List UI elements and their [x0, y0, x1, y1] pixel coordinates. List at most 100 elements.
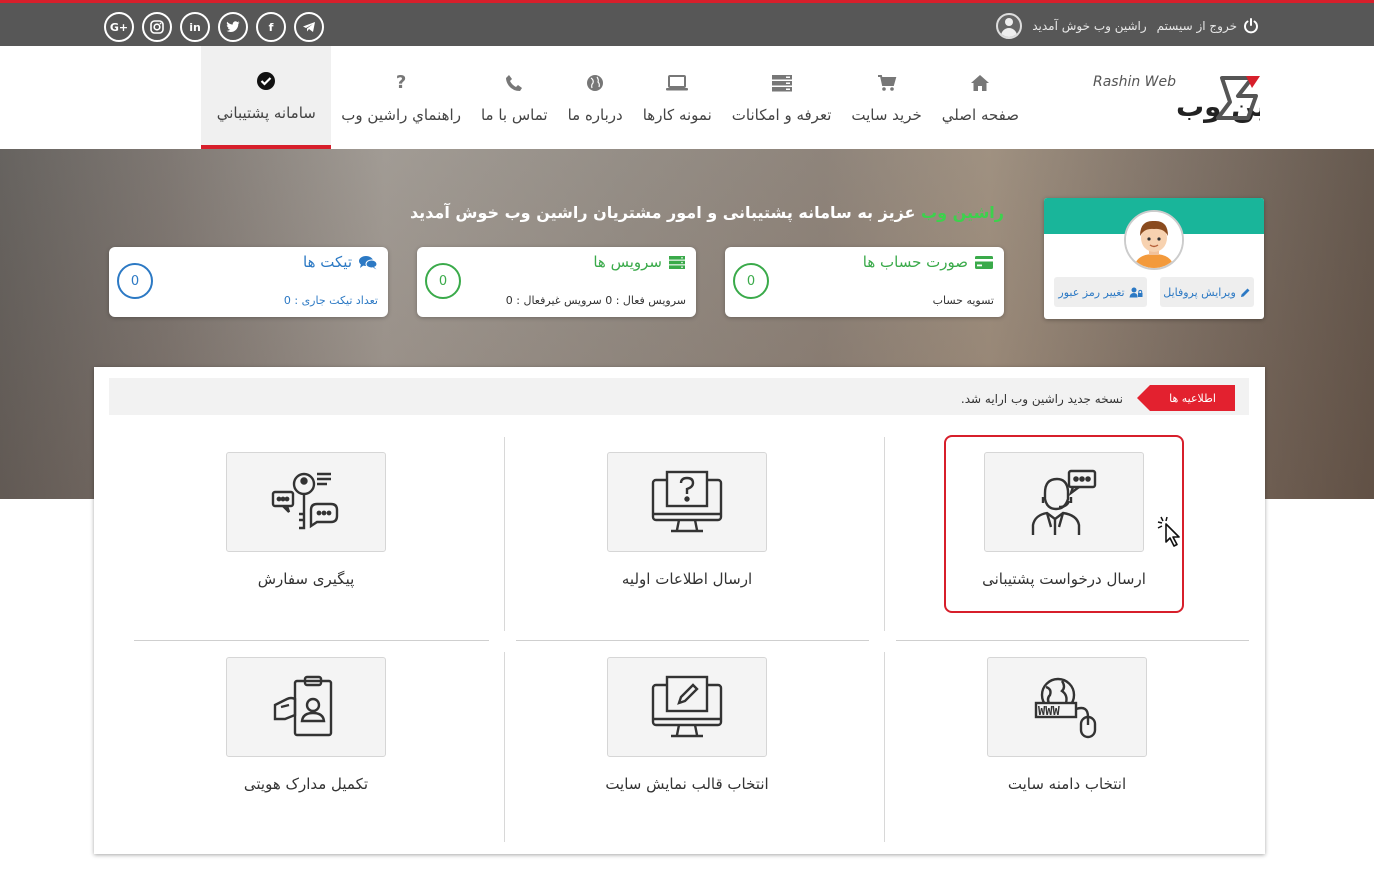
tile-choose-template[interactable]: انتخاب قالب نمایش سایت: [567, 642, 807, 820]
nav-item-about[interactable]: درباره ما: [558, 46, 633, 149]
tile-icon-box: [607, 657, 767, 757]
divider: [884, 437, 885, 631]
services-title: سرویس ها: [593, 253, 686, 271]
nav-item-contact[interactable]: تماس با ما: [471, 46, 558, 149]
invoices-card[interactable]: صورت حساب ها تسویه حساب 0: [725, 247, 1004, 317]
divider: [504, 652, 505, 842]
nav-label: تعرفه و امكانات: [731, 105, 832, 124]
user-area: راشين وب خوش آمديد خروج از سیستم: [996, 13, 1259, 39]
tile-order-tracking[interactable]: پیگیری سفارش: [186, 437, 426, 615]
divider: [504, 437, 505, 631]
tile-label: انتخاب دامنه سایت: [1007, 775, 1127, 793]
invoices-subtitle: تسویه حساب: [932, 294, 994, 307]
services-subtitle: سرویس فعال : 0 سرویس غیرفعال : 0: [505, 294, 686, 307]
tile-label: پیگیری سفارش: [257, 570, 355, 588]
id-card-icon: [273, 675, 333, 737]
main-header: Rashin Web راشین وب صفحه اصلي خريد سايت …: [0, 46, 1374, 149]
rashin-web-logo[interactable]: Rashin Web راشین وب: [1028, 68, 1260, 124]
tile-send-initial-info[interactable]: ارسال اطلاعات اولیه: [567, 437, 807, 615]
divider: [134, 640, 489, 641]
tile-choose-domain[interactable]: WWW انتخاب دامنه سایت: [947, 642, 1187, 820]
monitor-pen-icon: [651, 675, 723, 738]
tickets-title: تیکت ها: [303, 253, 378, 271]
server-icon: [669, 255, 685, 269]
logout-link[interactable]: خروج از سیستم: [1157, 18, 1259, 34]
tile-label: انتخاب قالب نمایش سایت: [605, 775, 769, 793]
tile-icon-box: [226, 452, 386, 552]
tile-label: ارسال اطلاعات اولیه: [621, 570, 753, 588]
announcement-bar: اطلاعیه ها نسخه جدید راشین وب ارایه شد.: [109, 378, 1249, 415]
cart-icon: [877, 72, 897, 94]
services-count: 0: [425, 263, 461, 299]
laptop-icon: [665, 72, 689, 94]
nav-label: درباره ما: [567, 105, 623, 124]
pencil-icon: [1240, 288, 1250, 297]
welcome-name: راشین وب: [921, 203, 1004, 222]
social-links: G+ in f: [104, 12, 324, 42]
support-agent-icon: [1031, 469, 1097, 535]
google-plus-icon[interactable]: G+: [104, 12, 134, 42]
edit-profile-label: ویرایش پروفایل: [1163, 285, 1236, 299]
home-icon: [970, 72, 990, 94]
announcement-badge: اطلاعیه ها: [1137, 385, 1235, 411]
user-icon[interactable]: [996, 13, 1023, 39]
server-icon: [771, 72, 793, 94]
divider: [884, 652, 885, 842]
nav-item-pricing[interactable]: تعرفه و امكانات: [722, 46, 842, 149]
profile-card: ویرایش پروفایل تغییر رمز عبور: [1044, 198, 1264, 319]
invoices-title: صورت حساب ها: [863, 253, 994, 271]
instagram-icon[interactable]: [142, 12, 172, 42]
tickets-count: 0: [117, 263, 153, 299]
facebook-icon[interactable]: f: [256, 12, 286, 42]
user-lock-icon: [1129, 287, 1143, 297]
nav-label: تماس با ما: [480, 105, 548, 124]
mouse-cursor-icon: [1157, 516, 1180, 547]
change-password-label: تغییر رمز عبور: [1058, 285, 1125, 299]
change-password-button[interactable]: تغییر رمز عبور: [1054, 277, 1147, 307]
avatar: [1124, 210, 1184, 270]
tickets-subtitle: تعداد تیکت جاری : 0: [283, 294, 378, 307]
nav-label: سامانه پشتيباني: [216, 103, 316, 122]
nav-item-support-system[interactable]: سامانه پشتيباني: [201, 46, 332, 149]
credit-card-icon: [975, 255, 993, 269]
linkedin-icon[interactable]: in: [180, 12, 210, 42]
welcome-user-text: راشين وب خوش آمديد: [1032, 19, 1147, 33]
chat-bubbles-icon: [359, 255, 378, 269]
globe-www-icon: WWW: [1034, 677, 1097, 739]
question-icon: ?: [395, 72, 407, 93]
tile-icon-box: [984, 452, 1144, 552]
nav-label: نمونه كارها: [642, 105, 712, 124]
main-panel: اطلاعیه ها نسخه جدید راشین وب ارایه شد. …: [94, 367, 1265, 854]
tile-support-request[interactable]: ارسال درخواست پشتیبانی: [944, 435, 1184, 613]
nav-item-buy-site[interactable]: خريد سايت: [841, 46, 931, 149]
twitter-icon[interactable]: [218, 12, 248, 42]
edit-profile-button[interactable]: ویرایش پروفایل: [1160, 277, 1254, 307]
top-bar: راشين وب خوش آمديد خروج از سیستم G+ in f: [0, 0, 1374, 46]
nav-item-portfolio[interactable]: نمونه كارها: [633, 46, 722, 149]
nav-label: راهنماي راشين وب: [341, 105, 461, 124]
tile-identity-documents[interactable]: تکمیل مدارک هویتی: [186, 642, 426, 820]
divider: [896, 640, 1249, 641]
tile-icon-box: [607, 452, 767, 552]
tickets-card[interactable]: تیکت ها تعداد تیکت جاری : 0 0: [109, 247, 388, 317]
nav-label: صفحه اصلي: [941, 105, 1019, 124]
tile-label: تکمیل مدارک هویتی: [243, 775, 369, 793]
welcome-text: عزیز به سامانه پشتیبانی و امور مشتریان ر…: [409, 203, 922, 222]
logout-label: خروج از سیستم: [1156, 19, 1237, 33]
power-icon: [1244, 18, 1258, 34]
tile-icon-box: [226, 657, 386, 757]
welcome-message: راشین وب عزیز به سامانه پشتیبانی و امور …: [410, 203, 1004, 222]
nav-item-home[interactable]: صفحه اصلي: [932, 46, 1029, 149]
tile-label: ارسال درخواست پشتیبانی: [982, 570, 1146, 588]
divider: [516, 640, 869, 641]
phone-icon: [505, 72, 523, 94]
services-card[interactable]: سرویس ها سرویس فعال : 0 سرویس غیرفعال : …: [417, 247, 696, 317]
telegram-icon[interactable]: [294, 12, 324, 42]
nav-item-guide[interactable]: ? راهنماي راشين وب: [331, 46, 471, 149]
invoices-count: 0: [733, 263, 769, 299]
monitor-question-icon: [651, 470, 723, 533]
announcement-text[interactable]: نسخه جدید راشین وب ارایه شد.: [961, 392, 1123, 406]
nav-label: خريد سايت: [851, 105, 922, 124]
globe-icon: [586, 72, 604, 94]
key-chat-icon: [271, 472, 339, 530]
